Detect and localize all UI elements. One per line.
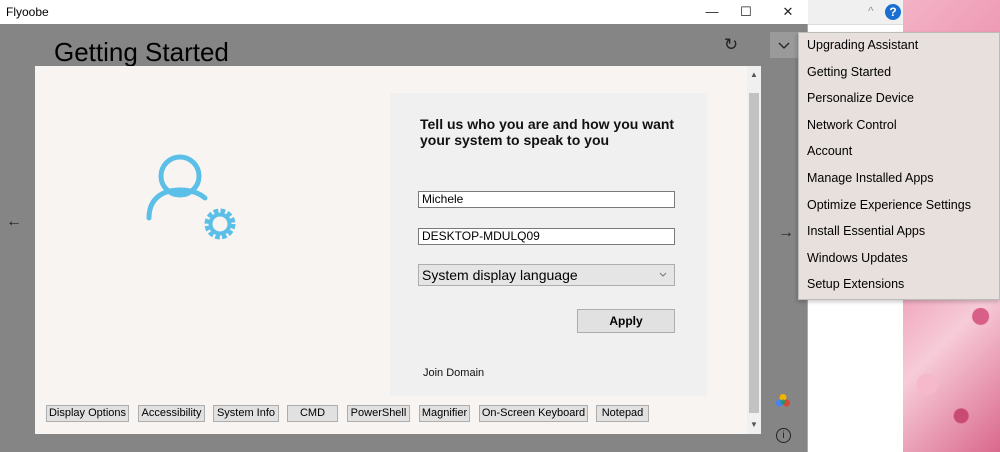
navigation-menu: Upgrading Assistant Getting Started Pers… [798, 32, 1000, 300]
on-screen-keyboard-button[interactable]: On-Screen Keyboard [479, 405, 588, 422]
back-arrow-icon[interactable]: ← [6, 213, 22, 231]
menu-item-personalize-device[interactable]: Personalize Device [807, 88, 914, 108]
content-panel: Tell us who you are and how you want you… [35, 66, 761, 434]
cmd-button[interactable]: CMD [287, 405, 338, 422]
scroll-up-icon[interactable]: ▲ [747, 70, 761, 79]
color-palette-icon[interactable] [775, 393, 791, 409]
notepad-button[interactable]: Notepad [596, 405, 649, 422]
help-icon[interactable]: ? [885, 4, 901, 20]
language-select[interactable]: System display language [418, 264, 675, 286]
title-bar: Flyoobe — ☐ ✕ [0, 0, 808, 24]
page-title: Getting Started [54, 37, 229, 67]
info-icon[interactable]: i [776, 428, 791, 443]
chevron-down-icon [659, 272, 667, 277]
menu-item-manage-installed-apps[interactable]: Manage Installed Apps [807, 168, 933, 188]
accessibility-button[interactable]: Accessibility [138, 405, 205, 422]
system-info-button[interactable]: System Info [213, 405, 279, 422]
powershell-button[interactable]: PowerShell [347, 405, 410, 422]
menu-item-account[interactable]: Account [807, 141, 852, 161]
menu-item-upgrading-assistant[interactable]: Upgrading Assistant [807, 35, 918, 55]
menu-item-optimize-experience-settings[interactable]: Optimize Experience Settings [807, 195, 971, 215]
close-button[interactable]: ✕ [765, 0, 811, 24]
app-window: Flyoobe — ☐ ✕ Getting Started ↻ ← → i Te… [0, 0, 808, 452]
apply-button[interactable]: Apply [577, 309, 675, 333]
forward-arrow-icon[interactable]: → [778, 224, 794, 242]
chevron-down-icon [778, 42, 790, 49]
maximize-button[interactable]: ☐ [723, 0, 769, 24]
caret-up-icon: ^ [868, 4, 874, 18]
join-domain-link[interactable]: Join Domain [423, 367, 484, 379]
computer-name-field[interactable]: DESKTOP-MDULQ09 [418, 228, 675, 245]
menu-toggle-button[interactable] [770, 32, 798, 58]
magnifier-button[interactable]: Magnifier [419, 405, 470, 422]
scroll-down-icon[interactable]: ▼ [747, 420, 761, 429]
app-title: Flyoobe [6, 5, 49, 19]
menu-item-getting-started[interactable]: Getting Started [807, 62, 891, 82]
vertical-scrollbar[interactable]: ▲ ▼ [747, 66, 761, 434]
menu-item-install-essential-apps[interactable]: Install Essential Apps [807, 221, 925, 241]
language-select-value: System display language [422, 267, 578, 283]
user-name-field[interactable]: Michele [418, 191, 675, 208]
scrollbar-thumb[interactable] [749, 93, 759, 413]
identity-form: Tell us who you are and how you want you… [390, 93, 707, 396]
menu-item-setup-extensions[interactable]: Setup Extensions [807, 274, 904, 294]
display-options-button[interactable]: Display Options [46, 405, 129, 422]
refresh-icon[interactable]: ↻ [722, 36, 740, 54]
menu-item-network-control[interactable]: Network Control [807, 115, 897, 135]
user-settings-icon [146, 154, 236, 240]
form-heading: Tell us who you are and how you want you… [420, 116, 675, 148]
menu-item-windows-updates[interactable]: Windows Updates [807, 248, 908, 268]
